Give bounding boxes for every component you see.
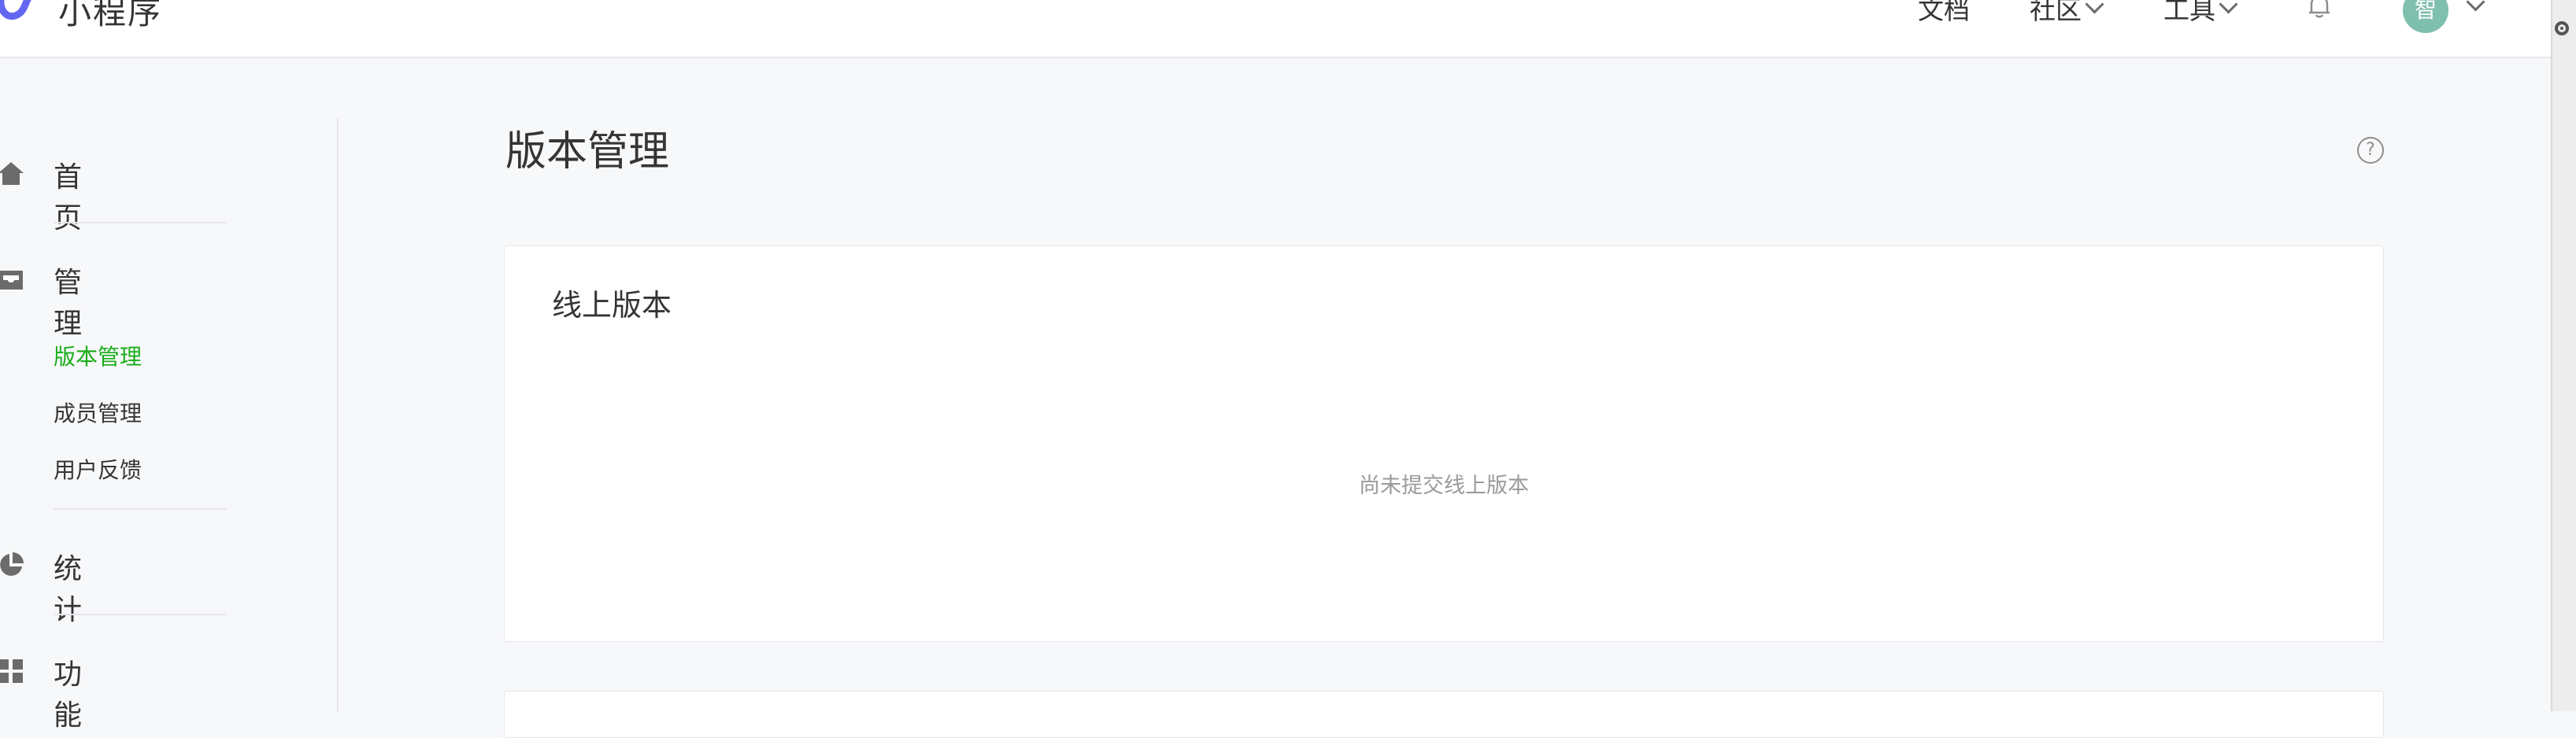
- sidebar-divider: [54, 222, 227, 223]
- nav-tools-menu[interactable]: 工具: [2163, 0, 2238, 27]
- sidebar-item-label: 管理: [54, 267, 83, 340]
- sidebar: 首页 管理 版本管理 成员管理 用户反馈 统计 功能: [0, 118, 339, 732]
- sidebar-subitem-member-manage[interactable]: 成员管理: [54, 397, 142, 428]
- nav-docs-link[interactable]: 文档: [1918, 0, 1970, 27]
- nav-community-label: 社区: [2030, 0, 2082, 25]
- sidebar-divider: [54, 614, 227, 615]
- inbox-icon: [0, 271, 23, 290]
- window-edge-scrollbar: [2551, 0, 2576, 711]
- miniprogram-logo-icon[interactable]: [0, 0, 47, 31]
- notification-bell-icon[interactable]: [2305, 0, 2334, 20]
- sidebar-item-label: 首页: [54, 161, 83, 234]
- nav-tools-label: 工具: [2163, 0, 2215, 25]
- empty-state-text: 尚未提交线上版本: [1359, 474, 1529, 498]
- help-icon-glyph: ?: [2366, 140, 2375, 160]
- sidebar-item-label: 统计: [54, 553, 83, 626]
- sidebar-subitem-user-feedback[interactable]: 用户反馈: [54, 453, 142, 485]
- home-icon: [0, 162, 24, 185]
- card-title: 线上版本: [552, 288, 672, 323]
- page-title: 版本管理: [505, 128, 670, 175]
- next-card: [504, 691, 2384, 738]
- online-version-card: 线上版本 尚未提交线上版本: [504, 245, 2384, 642]
- chevron-down-icon[interactable]: [2466, 0, 2485, 12]
- sidebar-subitem-version-manage[interactable]: 版本管理: [54, 340, 142, 371]
- sidebar-divider: [54, 508, 227, 510]
- app-title[interactable]: 小程序: [58, 0, 162, 34]
- grid-icon: [0, 659, 23, 683]
- chevron-down-icon: [2085, 0, 2104, 14]
- pie-chart-icon: [0, 552, 24, 576]
- gear-icon[interactable]: [2551, 17, 2573, 39]
- user-avatar[interactable]: 智: [2403, 0, 2448, 33]
- top-navbar: 小程序 文档 社区 工具 智: [0, 0, 2551, 58]
- avatar-initial: 智: [2414, 0, 2437, 23]
- sidebar-item-label: 功能: [54, 659, 83, 732]
- nav-docs-label: 文档: [1918, 0, 1970, 25]
- nav-community-menu[interactable]: 社区: [2030, 0, 2104, 27]
- chevron-down-icon: [2219, 0, 2238, 14]
- help-icon[interactable]: ?: [2357, 137, 2384, 164]
